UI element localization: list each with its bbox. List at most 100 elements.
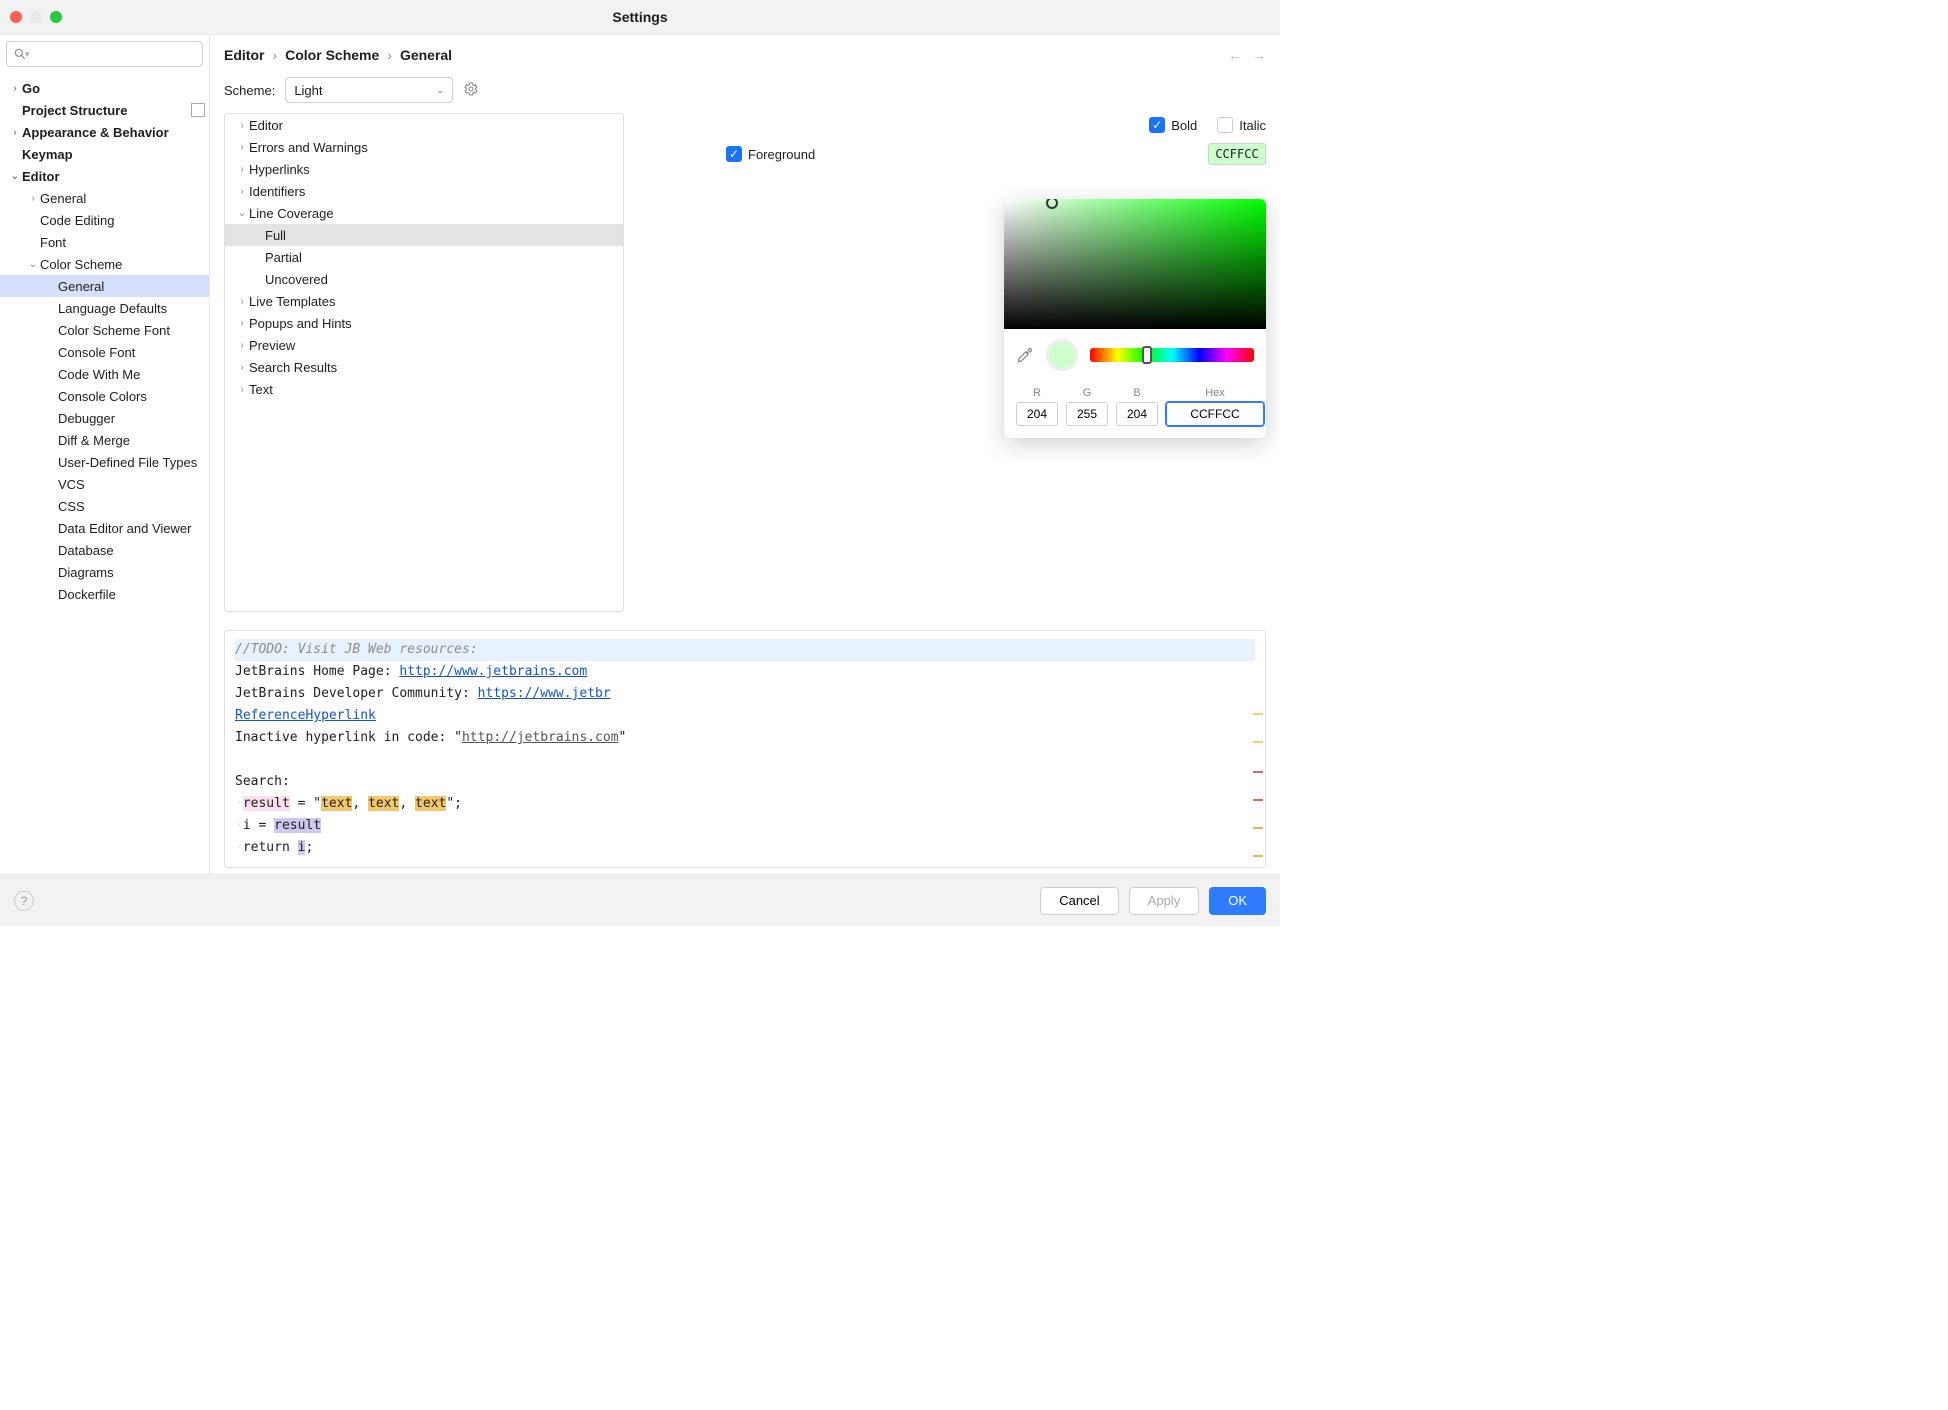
sidebar-item-general[interactable]: ›General <box>0 187 209 209</box>
sidebar-item-label: Code With Me <box>58 367 140 382</box>
hue-slider[interactable] <box>1090 348 1254 362</box>
sidebar-item-label: Color Scheme <box>40 257 122 272</box>
sidebar-item-dockerfile[interactable]: Dockerfile <box>0 583 209 605</box>
window-minimize-icon[interactable] <box>30 11 42 23</box>
g-input[interactable] <box>1066 402 1108 426</box>
eyedropper-icon[interactable] <box>1016 346 1034 364</box>
forward-icon[interactable]: → <box>1252 47 1266 63</box>
category-item-uncovered[interactable]: Uncovered <box>225 268 623 290</box>
sidebar-item-label: Data Editor and Viewer <box>58 521 191 536</box>
gear-icon[interactable] <box>463 81 479 100</box>
crumb-editor[interactable]: Editor <box>224 47 264 63</box>
sidebar-item-color-scheme[interactable]: ⌄Color Scheme <box>0 253 209 275</box>
sidebar-item-label: General <box>40 191 86 206</box>
sidebar-item-label: CSS <box>58 499 85 514</box>
modified-icon <box>191 103 205 117</box>
chevron-right-icon: › <box>235 384 249 395</box>
sidebar-item-keymap[interactable]: Keymap <box>0 143 209 165</box>
preview-link[interactable]: http://www.jetbrains.com <box>399 664 587 679</box>
foreground-checkbox[interactable]: ✓ Foreground <box>726 146 815 162</box>
sidebar-item-label: Appearance & Behavior <box>22 125 169 140</box>
checkbox-icon <box>1217 117 1233 133</box>
chevron-right-icon: › <box>235 142 249 153</box>
sidebar-item-label: Dockerfile <box>58 587 116 602</box>
checkbox-checked-icon: ✓ <box>1149 117 1165 133</box>
sidebar-item-code-with-me[interactable]: Code With Me <box>0 363 209 385</box>
sidebar-item-diagrams[interactable]: Diagrams <box>0 561 209 583</box>
sidebar-item-console-font[interactable]: Console Font <box>0 341 209 363</box>
hex-input[interactable] <box>1166 402 1264 426</box>
r-input[interactable] <box>1016 402 1058 426</box>
bold-checkbox[interactable]: ✓ Bold <box>1149 117 1197 133</box>
gradient-cursor-icon[interactable] <box>1046 199 1058 209</box>
sidebar-item-label: General <box>58 279 104 294</box>
sidebar-item-appearance-behavior[interactable]: ›Appearance & Behavior <box>0 121 209 143</box>
apply-button[interactable]: Apply <box>1129 887 1200 915</box>
window-close-icon[interactable] <box>10 11 22 23</box>
sidebar-item-diff-merge[interactable]: Diff & Merge <box>0 429 209 451</box>
ok-button[interactable]: OK <box>1209 887 1266 915</box>
category-label: Errors and Warnings <box>249 140 368 155</box>
hue-cursor-icon[interactable] <box>1142 346 1152 364</box>
category-item-partial[interactable]: Partial <box>225 246 623 268</box>
preview-link[interactable]: https://www.jetbr <box>478 686 611 701</box>
category-preview[interactable]: ›Preview <box>225 334 623 356</box>
sidebar-item-editor[interactable]: ⌄Editor <box>0 165 209 187</box>
sidebar-item-console-colors[interactable]: Console Colors <box>0 385 209 407</box>
sidebar-item-label: Go <box>22 81 40 96</box>
category-item-full[interactable]: Full <box>225 224 623 246</box>
foreground-color-swatch[interactable]: CCFFCC <box>1208 143 1266 165</box>
color-categories-list[interactable]: ›Editor›Errors and Warnings›Hyperlinks›I… <box>224 113 624 612</box>
chevron-right-icon: › <box>26 193 40 204</box>
sidebar-item-code-editing[interactable]: Code Editing <box>0 209 209 231</box>
editor-preview: //TODO: Visit JB Web resources: JetBrain… <box>224 630 1266 868</box>
category-text[interactable]: ›Text <box>225 378 623 400</box>
sidebar-item-general[interactable]: General <box>0 275 209 297</box>
sidebar-item-label: Diff & Merge <box>58 433 130 448</box>
sidebar-item-color-scheme-font[interactable]: Color Scheme Font <box>0 319 209 341</box>
category-live-templates[interactable]: ›Live Templates <box>225 290 623 312</box>
chevron-down-icon: ⌄ <box>26 259 40 270</box>
sidebar-item-css[interactable]: CSS <box>0 495 209 517</box>
category-hyperlinks[interactable]: ›Hyperlinks <box>225 158 623 180</box>
back-icon[interactable]: ← <box>1228 47 1242 63</box>
sidebar-item-go[interactable]: ›Go <box>0 77 209 99</box>
sidebar-item-vcs[interactable]: VCS <box>0 473 209 495</box>
settings-search-input[interactable]: ▾ <box>6 41 203 67</box>
italic-checkbox[interactable]: Italic <box>1217 117 1266 133</box>
scheme-select[interactable]: Light ⌄ <box>285 77 453 103</box>
crumb-color-scheme[interactable]: Color Scheme <box>285 47 379 63</box>
color-picker[interactable]: R G B Hex <box>1004 199 1266 438</box>
sidebar-item-label: Language Defaults <box>58 301 167 316</box>
chevron-right-icon: › <box>235 120 249 131</box>
crumb-general[interactable]: General <box>400 47 452 63</box>
sidebar-item-user-defined-file-types[interactable]: User-Defined File Types <box>0 451 209 473</box>
sidebar-item-label: Keymap <box>22 147 73 162</box>
category-label: Hyperlinks <box>249 162 310 177</box>
help-button[interactable]: ? <box>14 891 34 911</box>
window-title: Settings <box>62 9 1218 25</box>
category-errors-and-warnings[interactable]: ›Errors and Warnings <box>225 136 623 158</box>
sidebar-item-font[interactable]: Font <box>0 231 209 253</box>
category-label: Line Coverage <box>249 206 334 221</box>
sidebar-item-project-structure[interactable]: Project Structure <box>0 99 209 121</box>
sidebar-item-data-editor-and-viewer[interactable]: Data Editor and Viewer <box>0 517 209 539</box>
sidebar-item-debugger[interactable]: Debugger <box>0 407 209 429</box>
cancel-button[interactable]: Cancel <box>1040 887 1118 915</box>
preview-link[interactable]: ReferenceHyperlink <box>235 708 376 723</box>
category-popups-and-hints[interactable]: ›Popups and Hints <box>225 312 623 334</box>
scheme-label: Scheme: <box>224 83 275 98</box>
sidebar-item-language-defaults[interactable]: Language Defaults <box>0 297 209 319</box>
b-input[interactable] <box>1116 402 1158 426</box>
window-zoom-icon[interactable] <box>50 11 62 23</box>
category-editor[interactable]: ›Editor <box>225 114 623 136</box>
category-line-coverage[interactable]: ⌄Line Coverage <box>225 202 623 224</box>
category-search-results[interactable]: ›Search Results <box>225 356 623 378</box>
chevron-right-icon: › <box>8 83 22 94</box>
category-identifiers[interactable]: ›Identifiers <box>225 180 623 202</box>
sidebar-item-label: Color Scheme Font <box>58 323 170 338</box>
color-gradient[interactable] <box>1004 199 1266 329</box>
sidebar-item-database[interactable]: Database <box>0 539 209 561</box>
settings-tree[interactable]: ›GoProject Structure›Appearance & Behavi… <box>0 73 209 874</box>
category-label: Search Results <box>249 360 337 375</box>
